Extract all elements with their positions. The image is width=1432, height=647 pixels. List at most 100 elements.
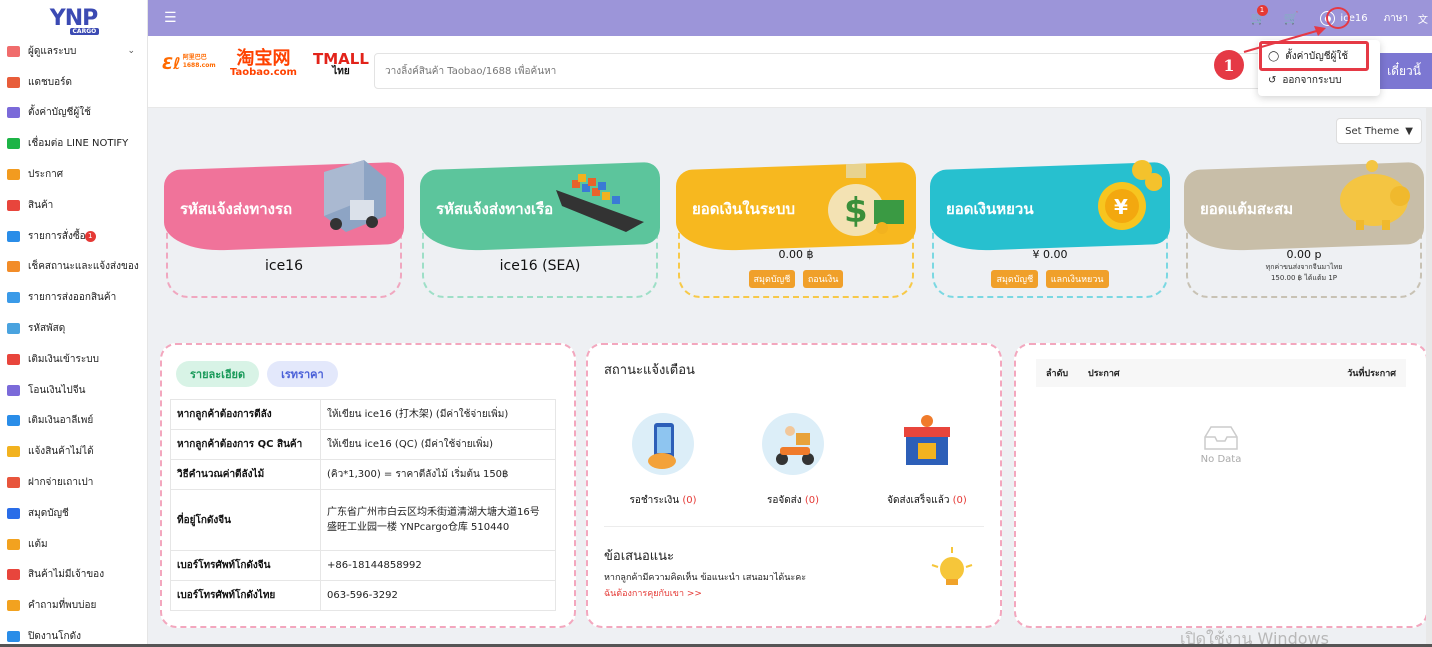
ynp-logo[interactable]: YNP CARGO (0, 0, 147, 36)
card-value: 0.00 ฿ (778, 248, 814, 261)
sidebar-item[interactable]: แดชบอร์ด (0, 67, 147, 98)
sidebar-item[interactable]: ฝากจ่ายเถาเปา (0, 467, 147, 498)
sidebar-item[interactable]: เช็คสถานะและแจ้งส่งของ (0, 252, 147, 283)
card-actions: สมุดบัญชี ถอนเงิน (676, 270, 916, 288)
menu-toggle-icon[interactable]: ☰ (164, 10, 177, 26)
sidebar-item[interactable]: ตั้งค่าบัญชีผู้ใช้ (0, 98, 147, 129)
points-note-2: 150.00 ฿ ได้แต้ม 1P (1270, 274, 1338, 282)
sidebar-item-label: ตั้งค่าบัญชีผู้ใช้ (28, 107, 91, 119)
table-row: เบอร์โทรศัพท์โกดังไทย 063-596-3292 (170, 580, 556, 611)
status-awaiting-payment[interactable]: รอชำระเงิน (0) (608, 413, 718, 508)
exchange-yuan-button[interactable]: แลกเงินหยวน (1045, 270, 1109, 288)
sidebar-item[interactable]: คำถามที่พบบ่อย (0, 590, 147, 621)
book-icon (7, 507, 20, 519)
yuan-coin-icon: ¥ (1098, 160, 1162, 230)
sidebar-item[interactable]: สมุดบัญชี (0, 498, 147, 529)
suggestion-link[interactable]: ฉันต้องการคุยกับเขา >> (604, 586, 702, 600)
card-title: รหัสแจ้งส่งทางเรือ (436, 200, 554, 218)
tab-rates[interactable]: เรทราคา (267, 361, 338, 387)
sidebar-item[interactable]: สินค้า (0, 190, 147, 221)
product-icon (7, 199, 20, 211)
sidebar-item[interactable]: เติมเงินเข้าระบบ (0, 344, 147, 375)
warehouse-icon (7, 631, 20, 643)
card-points: ยอดแต้มสะสม 0.00 p ทุกค่าขนส่งจากจีนมาไท… (1184, 160, 1424, 298)
vertical-scrollbar[interactable] (1426, 108, 1432, 644)
col-index: ลำดับ (1046, 369, 1069, 379)
alibaba-logo[interactable]: ℇℓ 阿里巴巴 1688.com (162, 54, 216, 73)
taobao-logo[interactable]: 淘宝网 Taobao.com (230, 50, 297, 78)
caret-down-icon: ▼ (1405, 125, 1413, 137)
theme-label: Set Theme (1345, 125, 1400, 137)
sidebar-menu: ผู้ดูแลระบบ ⌄ แดชบอร์ดตั้งค่าบัญชีผู้ใช้เช… (0, 36, 147, 647)
row-key: ที่อยู่โกดังจีน (170, 489, 321, 551)
status-text: จัดส่งเสร็จแล้ว (887, 495, 950, 506)
card-note: ทุกค่าขนส่งจากจีนมาไทย 150.00 ฿ ได้แต้ม … (1184, 262, 1424, 284)
language-icon[interactable]: 文 (1418, 11, 1428, 26)
withdraw-button[interactable]: ถอนเงิน (802, 270, 844, 288)
sidebar-item-label: รายการสั่งซื้อ (28, 230, 86, 242)
sidebar-item[interactable]: รหัสพัสดุ (0, 313, 147, 344)
orders-icon (7, 230, 20, 242)
language-label[interactable]: ภาษา (1384, 11, 1408, 26)
store-icon (896, 413, 958, 475)
taobao-pay-icon (7, 477, 20, 489)
row-key: เบอร์โทรศัพท์โกดังไทย (170, 580, 321, 611)
card-balance: ยอดเงินในระบบ $ 0.00 ฿ สมุดบัญชี ถอนเงิน (676, 161, 916, 298)
sidebar-item[interactable]: เติมเงินอาลีเพย์ (0, 406, 147, 437)
table-row: หากลูกค้าต้องการตีลัง ให้เขียน ice16 (打木架… (170, 399, 556, 430)
sidebar-item[interactable]: รายการส่งออกสินค้า (0, 282, 147, 313)
ownerless-icon (7, 569, 20, 581)
sidebar-item-label: ฝากจ่ายเถาเปา (28, 477, 94, 489)
suggestion-text: หากลูกค้ามีความคิดเห็น ข้อแนะนำ เสนอมาได… (604, 573, 807, 583)
status-label: จัดส่งเสร็จแล้ว (0) (872, 493, 982, 508)
status-text: รอจัดส่ง (766, 495, 802, 506)
col-date: วันที่ประกาศ (1347, 369, 1396, 379)
sidebar-item[interactable]: แต้ม (0, 529, 147, 560)
sidebar-item[interactable]: แจ้งสินค้าไม่ได้ (0, 436, 147, 467)
tab-details[interactable]: รายละเอียด (176, 361, 260, 387)
status-delivered[interactable]: จัดส่งเสร็จแล้ว (0) (872, 413, 982, 508)
ledger-button[interactable]: สมุดบัญชี (991, 270, 1039, 288)
chevron-down-icon[interactable]: ⌄ (127, 46, 135, 56)
sidebar-item-label: สินค้า (28, 199, 54, 211)
status-awaiting-shipment[interactable]: รอจัดส่ง (0) (738, 413, 848, 508)
table-row: ที่อยู่โกดังจีน 广东省广州市白云区均禾街道清湖大塘大道16号盛旺工… (170, 489, 556, 551)
topup-icon (7, 353, 20, 365)
set-theme-button[interactable]: Set Theme ▼ (1336, 118, 1422, 144)
sidebar-item-label: ผู้ดูแลระบบ (28, 45, 77, 57)
dropdown-logout[interactable]: ↺ ออกจากระบบ (1258, 68, 1380, 92)
row-value: ให้เขียน ice16 (打木架) (มีค่าใช้จ่ายเพิ่ม) (320, 399, 556, 430)
sidebar-item-label: ปิดงานโกดัง (28, 631, 81, 643)
faq-icon (7, 600, 20, 612)
table-row: วิธีคำนวณค่าตีลังไม้ (คิว*1,300) = ราคาตี… (170, 459, 556, 490)
ship-icon (556, 174, 644, 232)
dashboard-icon (7, 76, 20, 88)
row-key: หากลูกค้าต้องการตีลัง (170, 399, 321, 430)
report-icon (7, 446, 20, 458)
truck-icon (7, 261, 20, 273)
row-value: ให้เขียน ice16 (QC) (มีค่าใช้จ่ายเพิ่ม) (320, 429, 556, 460)
payment-phone-icon (632, 413, 694, 475)
logo-sub: CARGO (69, 27, 100, 35)
parcel-icon (7, 323, 20, 335)
ledger-button[interactable]: สมุดบัญชี (748, 270, 796, 288)
transfer-icon (7, 384, 20, 396)
search-button[interactable]: เดี๋ยวนี้ (1376, 53, 1432, 89)
money-bag-icon: $ (828, 164, 904, 236)
row-key: วิธีคำนวณค่าตีลังไม้ (170, 459, 321, 490)
sidebar-item[interactable]: โอนเงินไปจีน (0, 375, 147, 406)
card-title: ยอดเงินในระบบ (692, 200, 795, 218)
cart-badge: 1 (1256, 5, 1268, 16)
tmall-logo[interactable]: TMALL ไทย (313, 52, 369, 77)
sidebar-item[interactable]: เชื่อมต่อ LINE NOTIFY (0, 128, 147, 159)
sidebar-item[interactable]: รายการสั่งซื้อ 1 (0, 221, 147, 252)
taobao-text: 淘宝网 (236, 48, 291, 69)
svg-text:$: $ (844, 191, 868, 231)
sidebar-item-label: แจ้งสินค้าไม่ได้ (28, 446, 94, 458)
sidebar-item[interactable]: ประกาศ (0, 159, 147, 190)
sidebar-item[interactable]: ผู้ดูแลระบบ ⌄ (0, 36, 147, 67)
row-key: เบอร์โทรศัพท์โกดังจีน (170, 550, 321, 581)
delivery-scooter-icon (762, 413, 824, 475)
alipay-icon (7, 415, 20, 427)
sidebar-item[interactable]: สินค้าไม่มีเจ้าของ (0, 560, 147, 591)
